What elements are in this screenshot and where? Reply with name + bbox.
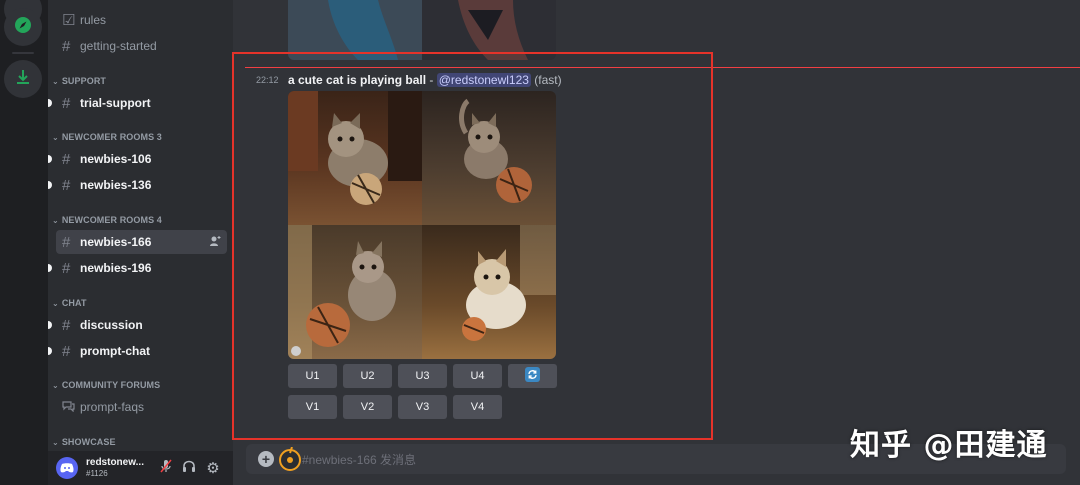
- threaded-hash-icon: #: [62, 342, 71, 360]
- settings-button[interactable]: ⚙: [205, 460, 221, 477]
- sidebar-item-label: trial-support: [80, 96, 151, 110]
- sidebar-item-label: prompt-faqs: [80, 400, 145, 414]
- sidebar-item-newbies-166[interactable]: # newbies-166: [56, 230, 227, 254]
- category-chat[interactable]: ⌄ CHAT: [52, 298, 87, 308]
- sidebar-item-label: newbies-196: [80, 261, 152, 275]
- sidebar-item-discussion[interactable]: # discussion: [56, 313, 227, 337]
- unread-indicator: [48, 264, 52, 272]
- sidebar-item-label: rules: [80, 13, 107, 27]
- unread-indicator: [48, 155, 52, 163]
- sidebar-item-label: getting-started: [80, 39, 157, 53]
- chevron-down-icon: ⌄: [52, 132, 59, 142]
- gear-icon: ⚙: [206, 460, 220, 477]
- sidebar-item-newbies-196[interactable]: # newbies-196: [56, 256, 227, 280]
- hash-icon: #: [62, 316, 71, 334]
- category-support[interactable]: ⌄ SUPPORT: [52, 76, 106, 86]
- deafen-button[interactable]: [181, 460, 197, 476]
- sidebar-item-rules[interactable]: ☑ rules: [56, 8, 227, 32]
- threaded-hash-icon: #: [62, 233, 71, 251]
- threaded-hash-icon: #: [62, 259, 71, 277]
- mute-button[interactable]: [158, 459, 174, 478]
- forum-icon: [62, 399, 80, 416]
- download-apps-button[interactable]: [4, 60, 42, 98]
- category-showcase[interactable]: ⌄ SHOWCASE: [52, 437, 116, 447]
- username[interactable]: redstonew... #1126: [86, 457, 144, 479]
- threaded-hash-icon: #: [62, 176, 71, 194]
- add-member-icon[interactable]: [209, 235, 221, 250]
- message-input[interactable]: #newbies-166 发消息: [302, 451, 416, 468]
- sidebar-item-label: discussion: [80, 318, 143, 332]
- sidebar-item-label: newbies-106: [80, 152, 152, 166]
- user-tag: #1126: [86, 469, 108, 478]
- mic-muted-icon: [159, 459, 173, 478]
- unread-indicator: [48, 347, 52, 355]
- sidebar-item-prompt-faqs[interactable]: prompt-faqs: [56, 395, 227, 419]
- chevron-down-icon: ⌄: [52, 76, 59, 86]
- sidebar-item-label: newbies-136: [80, 178, 152, 192]
- rail-divider: [12, 52, 34, 54]
- unread-indicator: [48, 181, 52, 189]
- chevron-down-icon: ⌄: [52, 380, 59, 390]
- sidebar-item-newbies-106[interactable]: # newbies-106: [56, 147, 227, 171]
- attach-plus-icon[interactable]: +: [258, 451, 274, 467]
- chevron-down-icon: ⌄: [52, 437, 59, 447]
- previous-image-grid[interactable]: [288, 0, 556, 60]
- user-panel: redstonew... #1126 ⚙: [48, 451, 233, 485]
- download-icon: [14, 68, 32, 91]
- unread-indicator: [48, 99, 52, 107]
- category-newcomer-rooms-4[interactable]: ⌄ NEWCOMER ROOMS 4: [52, 215, 162, 225]
- sidebar-item-trial-support[interactable]: # trial-support: [56, 91, 227, 115]
- sidebar-item-label: prompt-chat: [80, 344, 150, 358]
- headphones-icon: [182, 459, 196, 478]
- channel-sidebar: ☑ rules # getting-started ⌄ SUPPORT # tr…: [48, 0, 233, 485]
- sidebar-item-label: newbies-166: [80, 235, 152, 249]
- cursor-marker-icon: [278, 446, 302, 476]
- annotation-highlight-box: [232, 52, 713, 440]
- explore-servers-button[interactable]: [4, 8, 42, 46]
- watermark-text: 知乎 @田建通: [850, 428, 1048, 463]
- avatar[interactable]: [56, 457, 78, 479]
- sidebar-item-getting-started[interactable]: # getting-started: [56, 34, 227, 58]
- hash-icon: #: [62, 37, 71, 55]
- sidebar-item-prompt-chat[interactable]: # prompt-chat: [56, 339, 227, 363]
- category-newcomer-rooms-3[interactable]: ⌄ NEWCOMER ROOMS 3: [52, 132, 162, 142]
- category-community-forums[interactable]: ⌄ COMMUNITY FORUMS: [52, 380, 160, 390]
- sidebar-item-newbies-136[interactable]: # newbies-136: [56, 173, 227, 197]
- hash-icon: #: [62, 94, 71, 112]
- server-rail: [0, 0, 48, 485]
- threaded-hash-icon: #: [62, 150, 71, 168]
- unread-indicator: [48, 321, 52, 329]
- chevron-down-icon: ⌄: [52, 298, 59, 308]
- checkbox-icon: ☑: [62, 12, 76, 29]
- chevron-down-icon: ⌄: [52, 215, 59, 225]
- compass-icon: [13, 15, 33, 40]
- discord-logo-icon: [60, 463, 74, 473]
